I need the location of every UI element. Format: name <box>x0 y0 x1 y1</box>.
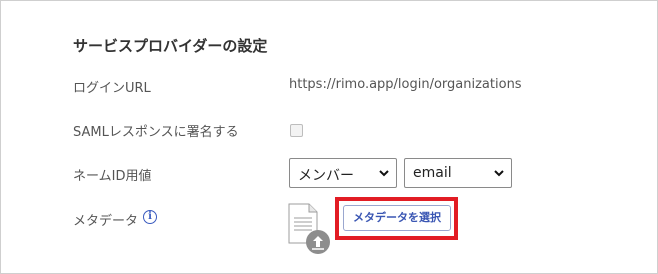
chevron-down-icon <box>494 170 504 177</box>
section-title: サービスプロバイダーの設定 <box>73 37 268 55</box>
login-url-value: https://rimo.app/login/organizations <box>289 77 522 92</box>
saml-sign-checkbox[interactable] <box>290 124 303 137</box>
metadata-label: メタデータ <box>73 214 139 229</box>
settings-panel: サービスプロバイダーの設定 ログインURL https://rimo.app/l… <box>0 0 658 274</box>
saml-sign-label: SAMLレスポンスに署名する <box>73 125 239 140</box>
info-icon[interactable]: i <box>143 210 157 224</box>
file-upload-icon <box>288 203 330 254</box>
member-select[interactable]: メンバー <box>289 158 397 188</box>
member-select-value: メンバー <box>298 168 354 184</box>
select-metadata-button[interactable]: メタデータを選択 <box>343 205 451 231</box>
attribute-select[interactable]: email <box>404 158 512 188</box>
attribute-select-value: email <box>413 165 452 181</box>
name-id-label: ネームID用値 <box>73 169 152 184</box>
chevron-down-icon <box>379 170 389 177</box>
login-url-label: ログインURL <box>73 81 151 96</box>
